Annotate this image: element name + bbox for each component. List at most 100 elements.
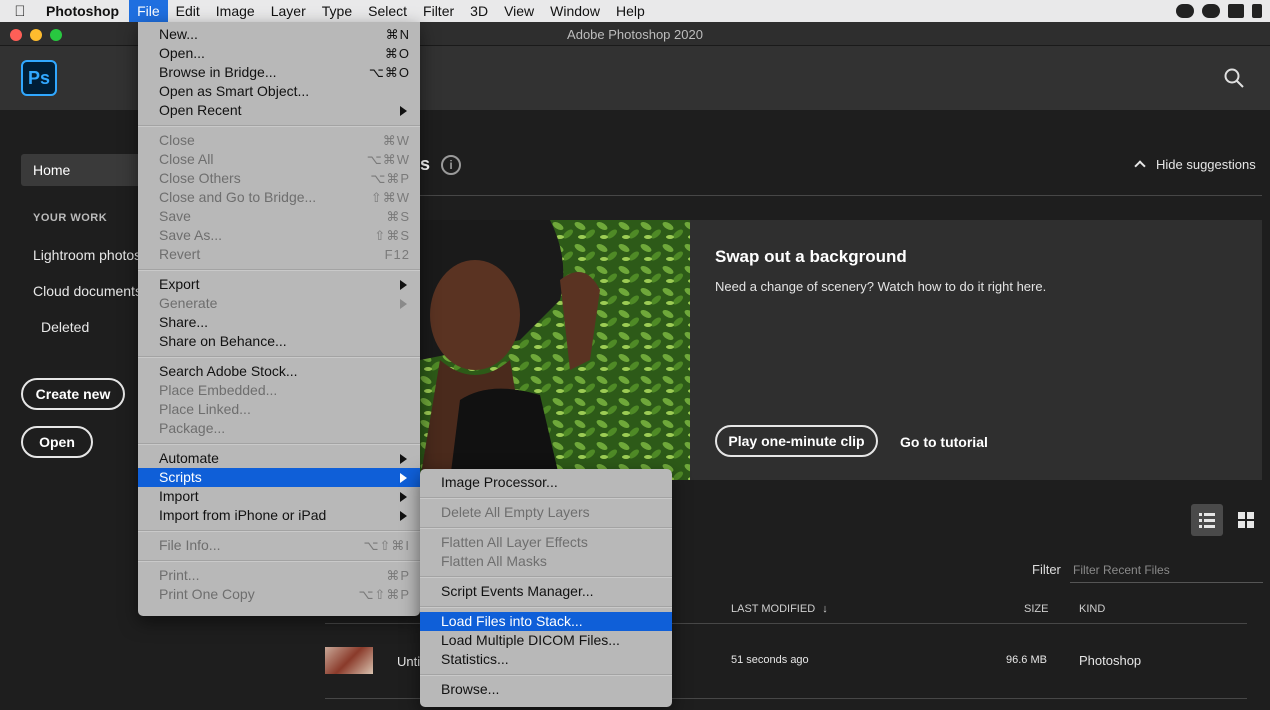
menu-item-label: Share... — [159, 314, 209, 330]
suggestions-divider — [420, 195, 1262, 196]
file-menu-item-import-from-iphone-or-ipad[interactable]: Import from iPhone or iPad — [138, 506, 420, 525]
menu-separator — [420, 576, 672, 578]
scripts-menu-item-script-events-manager[interactable]: Script Events Manager... — [420, 582, 672, 601]
file-menu-item-package: Package... — [138, 419, 420, 438]
file-menu-item-new[interactable]: New... ⌘N — [138, 25, 420, 44]
submenu-arrow-icon — [400, 473, 407, 483]
creative-cloud-icon[interactable] — [1176, 4, 1194, 18]
menu-separator — [138, 443, 420, 445]
file-menu-item-save: Save ⌘S — [138, 207, 420, 226]
scripts-menu-item-load-files-into-stack[interactable]: Load Files into Stack... — [420, 612, 672, 631]
input-source-icon[interactable] — [1228, 4, 1244, 18]
scripts-menu-item-load-multiple-dicom-files[interactable]: Load Multiple DICOM Files... — [420, 631, 672, 650]
file-menu-item-print: Print... ⌘P — [138, 566, 420, 585]
apple-icon[interactable]:  — [0, 3, 40, 20]
menu-shortcut: ⌘S — [386, 209, 410, 224]
column-last-modified[interactable]: LAST MODIFIED ↓ — [731, 603, 828, 615]
hide-suggestions-label: Hide suggestions — [1156, 157, 1256, 172]
file-menu-item-browse-in-bridge[interactable]: Browse in Bridge... ⌥⌘O — [138, 63, 420, 82]
menu-shortcut: ⌘O — [384, 46, 410, 61]
scripts-menu-item-statistics[interactable]: Statistics... — [420, 650, 672, 669]
menu-view[interactable]: View — [496, 0, 542, 22]
menu-item-label: Place Embedded... — [159, 382, 278, 398]
menu-shortcut: ⌥⌘O — [368, 65, 410, 80]
column-size[interactable]: SIZE — [1024, 603, 1048, 615]
file-menu-item-open-recent[interactable]: Open Recent — [138, 101, 420, 120]
your-work-label: YOUR WORK — [33, 212, 108, 224]
sidebar-item-deleted[interactable]: Deleted — [41, 319, 89, 335]
submenu-arrow-icon — [400, 492, 407, 502]
file-menu-dropdown: New... ⌘N Open... ⌘O Browse in Bridge... ⌥⌘O O… — [138, 22, 420, 616]
menu-shortcut: ⌘N — [385, 27, 410, 42]
play-clip-button[interactable]: Play one-minute clip — [715, 425, 878, 457]
file-menu-item-search-adobe-stock[interactable]: Search Adobe Stock... — [138, 362, 420, 381]
filter-label: Filter — [1032, 562, 1061, 577]
menu-app-name[interactable]: Photoshop — [40, 0, 129, 22]
chevron-up-icon — [1134, 160, 1146, 172]
suggestions-heading: s — [420, 154, 431, 174]
menu-shortcut: ⌥⇧⌘I — [363, 538, 410, 553]
file-menu-item-open[interactable]: Open... ⌘O — [138, 44, 420, 63]
cloud-sync-icon[interactable] — [1202, 4, 1220, 18]
file-menu-item-share-on-behance[interactable]: Share on Behance... — [138, 332, 420, 351]
file-menu-item-export[interactable]: Export — [138, 275, 420, 294]
file-menu-item-automate[interactable]: Automate — [138, 449, 420, 468]
sort-arrow-down-icon: ↓ — [822, 603, 828, 615]
list-view-button[interactable] — [1191, 504, 1223, 536]
menu-item-label: Close — [159, 132, 195, 148]
menu-item-label: Save — [159, 208, 191, 224]
hide-suggestions-button[interactable]: Hide suggestions — [1134, 157, 1256, 172]
column-kind[interactable]: KIND — [1079, 603, 1105, 615]
sidebar-item-home[interactable]: Home — [21, 154, 141, 186]
file-menu-item-save-as: Save As... ⇧⌘S — [138, 226, 420, 245]
menu-image[interactable]: Image — [208, 0, 263, 22]
go-to-tutorial-link[interactable]: Go to tutorial — [900, 434, 988, 450]
open-button[interactable]: Open — [21, 426, 93, 458]
info-icon[interactable]: i — [441, 155, 461, 175]
menu-layer[interactable]: Layer — [263, 0, 314, 22]
menu-item-label: File Info... — [159, 537, 221, 553]
search-icon[interactable] — [1224, 68, 1244, 88]
submenu-arrow-icon — [400, 299, 407, 309]
scripts-menu-item-delete-all-empty-layers: Delete All Empty Layers — [420, 503, 672, 522]
menu-separator — [420, 606, 672, 608]
scripts-menu-item-flatten-all-masks: Flatten All Masks — [420, 552, 672, 571]
file-menu-item-generate: Generate — [138, 294, 420, 313]
file-name: Unti — [397, 654, 421, 669]
submenu-arrow-icon — [400, 454, 407, 464]
filter-recent-files-input[interactable] — [1070, 557, 1263, 583]
menu-item-label: Place Linked... — [159, 401, 251, 417]
menu-3d[interactable]: 3D — [462, 0, 496, 22]
menu-filter[interactable]: Filter — [415, 0, 462, 22]
file-menu-item-file-info: File Info... ⌥⇧⌘I — [138, 536, 420, 555]
menu-window[interactable]: Window — [542, 0, 608, 22]
display-icon[interactable] — [1252, 4, 1262, 18]
menu-separator — [420, 527, 672, 529]
scripts-menu-item-browse[interactable]: Browse... — [420, 680, 672, 699]
sidebar-item-lightroom-photos[interactable]: Lightroom photos — [33, 247, 141, 263]
file-menu-item-print-one-copy: Print One Copy ⌥⇧⌘P — [138, 585, 420, 604]
menu-shortcut: ⇧⌘W — [370, 190, 410, 205]
menu-item-label: Browse in Bridge... — [159, 64, 277, 80]
menu-type[interactable]: Type — [314, 0, 360, 22]
file-thumbnail — [325, 647, 373, 674]
menu-item-label: Flatten All Masks — [441, 553, 547, 569]
suggestion-image[interactable] — [420, 220, 690, 480]
menu-edit[interactable]: Edit — [168, 0, 208, 22]
menu-file[interactable]: File — [129, 0, 168, 22]
menu-help[interactable]: Help — [608, 0, 653, 22]
create-new-button[interactable]: Create new — [21, 378, 125, 410]
menu-item-label: Statistics... — [441, 651, 509, 667]
menu-item-label: Open... — [159, 45, 205, 61]
menu-select[interactable]: Select — [360, 0, 415, 22]
grid-view-icon[interactable] — [1237, 511, 1255, 529]
sidebar-item-cloud-documents[interactable]: Cloud documents — [33, 283, 142, 299]
file-menu-item-share[interactable]: Share... — [138, 313, 420, 332]
menu-item-label: Delete All Empty Layers — [441, 504, 590, 520]
status-tray — [1176, 0, 1262, 22]
file-menu-item-import[interactable]: Import — [138, 487, 420, 506]
file-menu-item-scripts[interactable]: Scripts — [138, 468, 420, 487]
menu-shortcut: ⌥⇧⌘P — [358, 587, 410, 602]
scripts-menu-item-image-processor[interactable]: Image Processor... — [420, 473, 672, 492]
file-menu-item-open-as-smart-object[interactable]: Open as Smart Object... — [138, 82, 420, 101]
